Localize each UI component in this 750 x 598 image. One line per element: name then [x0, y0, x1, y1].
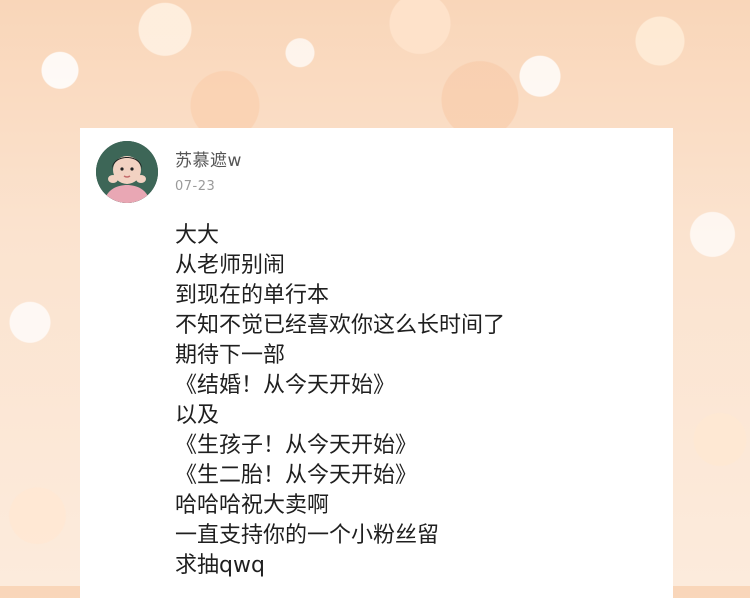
avatar-image — [96, 141, 158, 203]
comment-line: 大大 — [175, 223, 220, 248]
comment-line: 《结婚！从今天开始》 — [175, 373, 396, 398]
comment-line: 不知不觉已经喜欢你这么长时间了 — [175, 313, 506, 338]
post-date: 07-23 — [175, 179, 216, 194]
comment-line: 求抽qwq — [175, 553, 265, 578]
comment-line: 从老师别闹 — [175, 253, 286, 278]
comment-line: 以及 — [175, 403, 220, 428]
comment-body: 大大从老师别闹到现在的单行本不知不觉已经喜欢你这么长时间了 期待下一部《结婚！从今… — [175, 221, 505, 581]
comment-line: 哈哈哈祝大卖啊 — [175, 493, 330, 518]
comment-card: 苏慕遮w 07-23 大大从老师别闹到现在的单行本不知不觉已经喜欢你这么长时间了… — [80, 128, 673, 598]
comment-line: 到现在的单行本 — [175, 283, 330, 308]
avatar[interactable] — [96, 141, 158, 203]
author-name[interactable]: 苏慕遮w — [175, 146, 242, 171]
comment-line: 一直支持你的一个小粉丝留 — [175, 523, 440, 548]
comment-line: 《生二胎！从今天开始》 — [175, 463, 418, 488]
comment-line: 《生孩子！从今天开始》 — [175, 433, 418, 458]
comment-line: 期待下一部 — [175, 343, 286, 368]
